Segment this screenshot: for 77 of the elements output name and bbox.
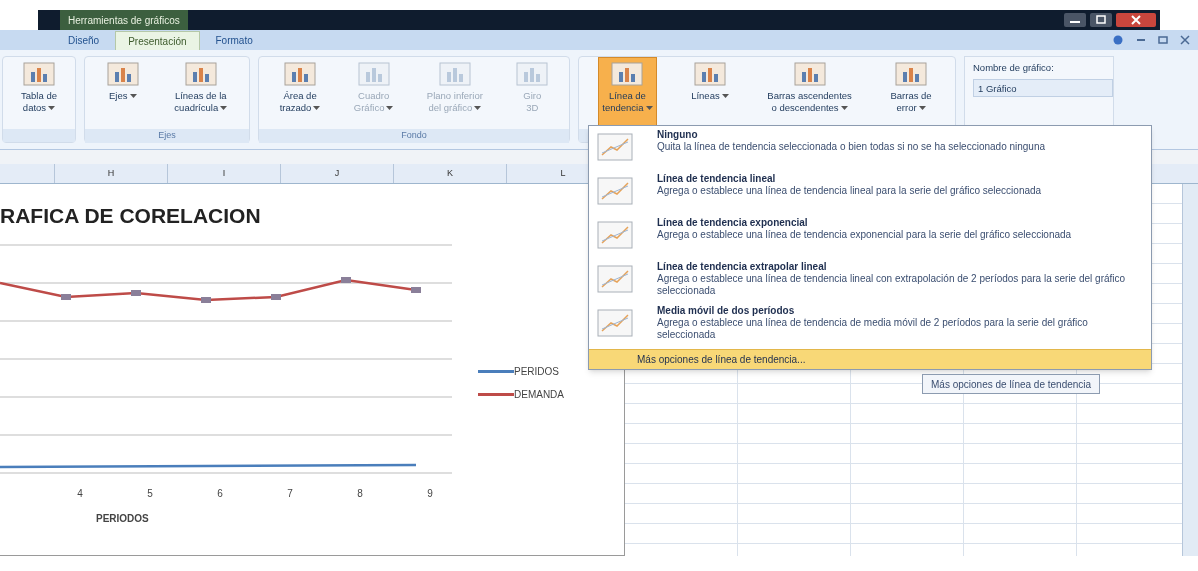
- chart-icon: [184, 62, 217, 86]
- data-point: [271, 294, 281, 300]
- menu-item-description: Quita la línea de tendencia seleccionada o bien todas si no se ha seleccionado ninguna: [657, 141, 1046, 153]
- ribbon-tab[interactable]: Formato: [199, 31, 269, 50]
- ribbon-tab[interactable]: Diseño: [52, 31, 116, 50]
- window-title: Herramientas de gráficos: [60, 10, 188, 30]
- data-point: [61, 294, 71, 300]
- tooltip: Más opciones de línea de tendencia: [922, 374, 1101, 394]
- trendline-icon: [597, 177, 633, 205]
- column-header[interactable]: H: [107, 166, 115, 181]
- chart-name-field[interactable]: 1 Gráfico: [973, 79, 1113, 98]
- trendline-icon: [597, 221, 633, 249]
- menu-item[interactable]: Línea de tendencia extrapolar lineal Agrega o establece una línea de tendencia lineal con extrapolación de 2 períodos para la serie del gráfico seleccionada: [589, 261, 1151, 305]
- group-label: Ejes: [85, 129, 249, 143]
- help-icon[interactable]: [1112, 35, 1124, 45]
- chart-icon: [793, 62, 826, 86]
- restore-icon[interactable]: [1158, 36, 1168, 44]
- axis-tick-label: 4: [77, 487, 83, 501]
- group-label: Fondo: [259, 129, 569, 143]
- menu-item-title: Media móvil de dos períodos: [657, 305, 796, 317]
- vertical-scrollbar[interactable]: [1182, 184, 1198, 556]
- menu-item-title: Ninguno: [657, 129, 699, 141]
- column-header[interactable]: K: [447, 166, 453, 181]
- legend-label: DEMANDA: [514, 388, 564, 402]
- menu-item-description: Agrega o establece una línea de tendencia de media móvil de 2 períodos para la serie del gráfico seleccionada: [657, 317, 1089, 341]
- ribbon-button[interactable]: Ejes: [102, 57, 143, 129]
- ribbon-button[interactable]: Barras de error: [886, 57, 936, 129]
- chart-icon: [357, 62, 390, 86]
- axis-title: PERIODOS: [96, 512, 150, 526]
- trendline-icon: [597, 133, 633, 161]
- chart-title: RAFICA DE CORELACION: [0, 204, 262, 228]
- ribbon-button[interactable]: Líneas de la cuadrícula: [170, 57, 232, 129]
- chart-icon: [516, 62, 549, 86]
- minimize-icon[interactable]: [1064, 13, 1086, 27]
- chart-icon: [284, 62, 317, 86]
- maximize-icon[interactable]: [1090, 13, 1112, 27]
- menu-item[interactable]: Media móvil de dos períodos Agrega o establece una línea de tendencia de media móvil de 2 períodos para la serie del gráfico seleccionada: [589, 305, 1151, 349]
- minimize-icon[interactable]: [1136, 38, 1146, 42]
- trendline-icon: [597, 265, 633, 293]
- data-point: [201, 297, 211, 303]
- ribbon-button[interactable]: Tabla de datos: [17, 57, 61, 129]
- close-icon[interactable]: [1116, 13, 1156, 27]
- column-header[interactable]: J: [334, 166, 340, 181]
- chart-icon: [23, 62, 55, 86]
- ribbon-tab[interactable]: Presentación: [115, 31, 200, 50]
- ribbon-button[interactable]: Líneas: [687, 57, 733, 129]
- menu-item-description: Agrega o establece una línea de tendencia exponencial para la serie del gráfico seleccionada: [657, 229, 1072, 241]
- chart-icon: [895, 62, 928, 86]
- data-point: [341, 277, 351, 283]
- trendline-icon: [597, 309, 633, 337]
- chart-name-label: Nombre de gráfico:: [973, 61, 1055, 75]
- axis-tick-label: 8: [357, 487, 363, 501]
- menu-item[interactable]: Línea de tendencia exponencial Agrega o establece una línea de tendencia exponencial para la serie del gráfico seleccionada: [589, 217, 1151, 261]
- more-options-item[interactable]: Más opciones de línea de tendencia...: [589, 349, 1151, 369]
- chart-icon: [106, 62, 139, 86]
- menu-item-title: Línea de tendencia exponencial: [657, 217, 809, 229]
- axis-tick-label: 7: [287, 487, 293, 501]
- chart-icon: [611, 62, 644, 86]
- menu-item-title: Línea de tendencia extrapolar lineal: [657, 261, 828, 273]
- close-icon[interactable]: [1180, 35, 1190, 45]
- ribbon-button[interactable]: Área de trazado: [275, 57, 325, 129]
- menu-item-title: Línea de tendencia lineal: [657, 173, 777, 185]
- legend-label: PERIDOS: [514, 365, 559, 379]
- menu-item-description: Agrega o establece una línea de tendencia lineal para la serie del gráfico seleccionada: [657, 185, 1042, 197]
- menu-item[interactable]: Línea de tendencia lineal Agrega o establece una línea de tendencia lineal para la serie del gráfico seleccionada: [589, 173, 1151, 217]
- axis-tick-label: 5: [147, 487, 153, 501]
- data-point: [131, 290, 141, 296]
- data-point: [411, 287, 421, 293]
- chart-icon: [693, 62, 726, 86]
- chart-icon: [438, 62, 471, 86]
- axis-tick-label: 6: [217, 487, 223, 501]
- menu-item[interactable]: Ninguno Quita la línea de tendencia seleccionada o bien todas si no se ha seleccionado ninguna: [589, 129, 1151, 173]
- ribbon-button[interactable]: Barras ascendentes o descendentes: [763, 57, 856, 129]
- axis-tick-label: 9: [427, 487, 433, 501]
- menu-item-description: Agrega o establece una línea de tendencia lineal con extrapolación de 2 períodos para la serie del gráfico seleccionada: [657, 273, 1127, 297]
- column-header[interactable]: I: [222, 166, 226, 181]
- column-header[interactable]: L: [560, 166, 566, 181]
